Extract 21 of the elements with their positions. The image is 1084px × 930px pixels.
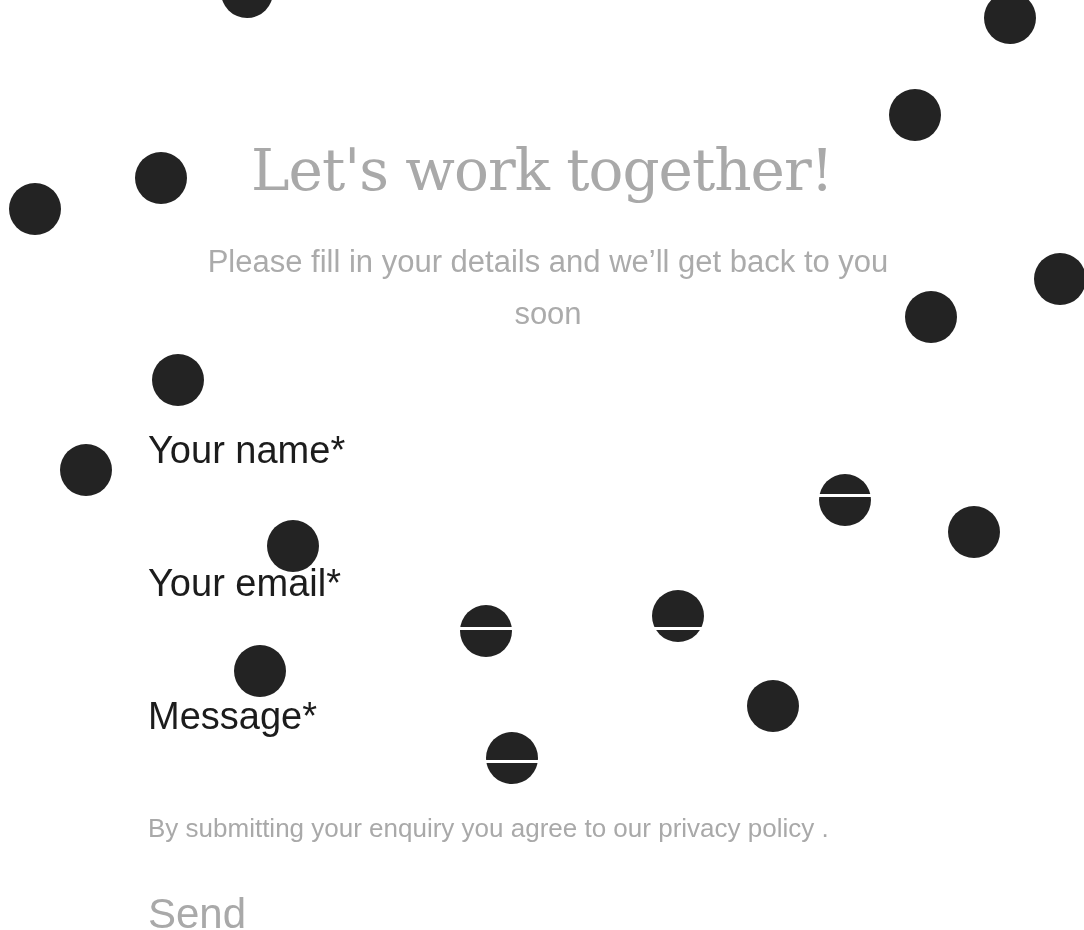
- field-label: Your email*: [148, 561, 341, 606]
- dot: [889, 89, 941, 141]
- dot: [819, 474, 871, 526]
- dot: [9, 183, 61, 235]
- dot: [747, 680, 799, 732]
- dot: [486, 732, 538, 784]
- field-label: Message*: [148, 694, 317, 739]
- dot: [905, 291, 957, 343]
- dot: [135, 152, 187, 204]
- dot: [460, 605, 512, 657]
- dot: [152, 354, 204, 406]
- dot: [948, 506, 1000, 558]
- page-subheading: Please fill in your details and we’ll get back to you soon: [206, 243, 890, 333]
- dot: [652, 590, 704, 642]
- dot: [234, 645, 286, 697]
- consent-text: By submitting your enquiry you agree to our privacy policy .: [148, 812, 830, 845]
- privacy-link[interactable]: privacy policy: [658, 813, 815, 843]
- field-label: Your name*: [148, 428, 346, 473]
- send-button[interactable]: Send: [148, 890, 247, 930]
- dot: [60, 444, 112, 496]
- page-heading: Let's work together!: [251, 135, 833, 206]
